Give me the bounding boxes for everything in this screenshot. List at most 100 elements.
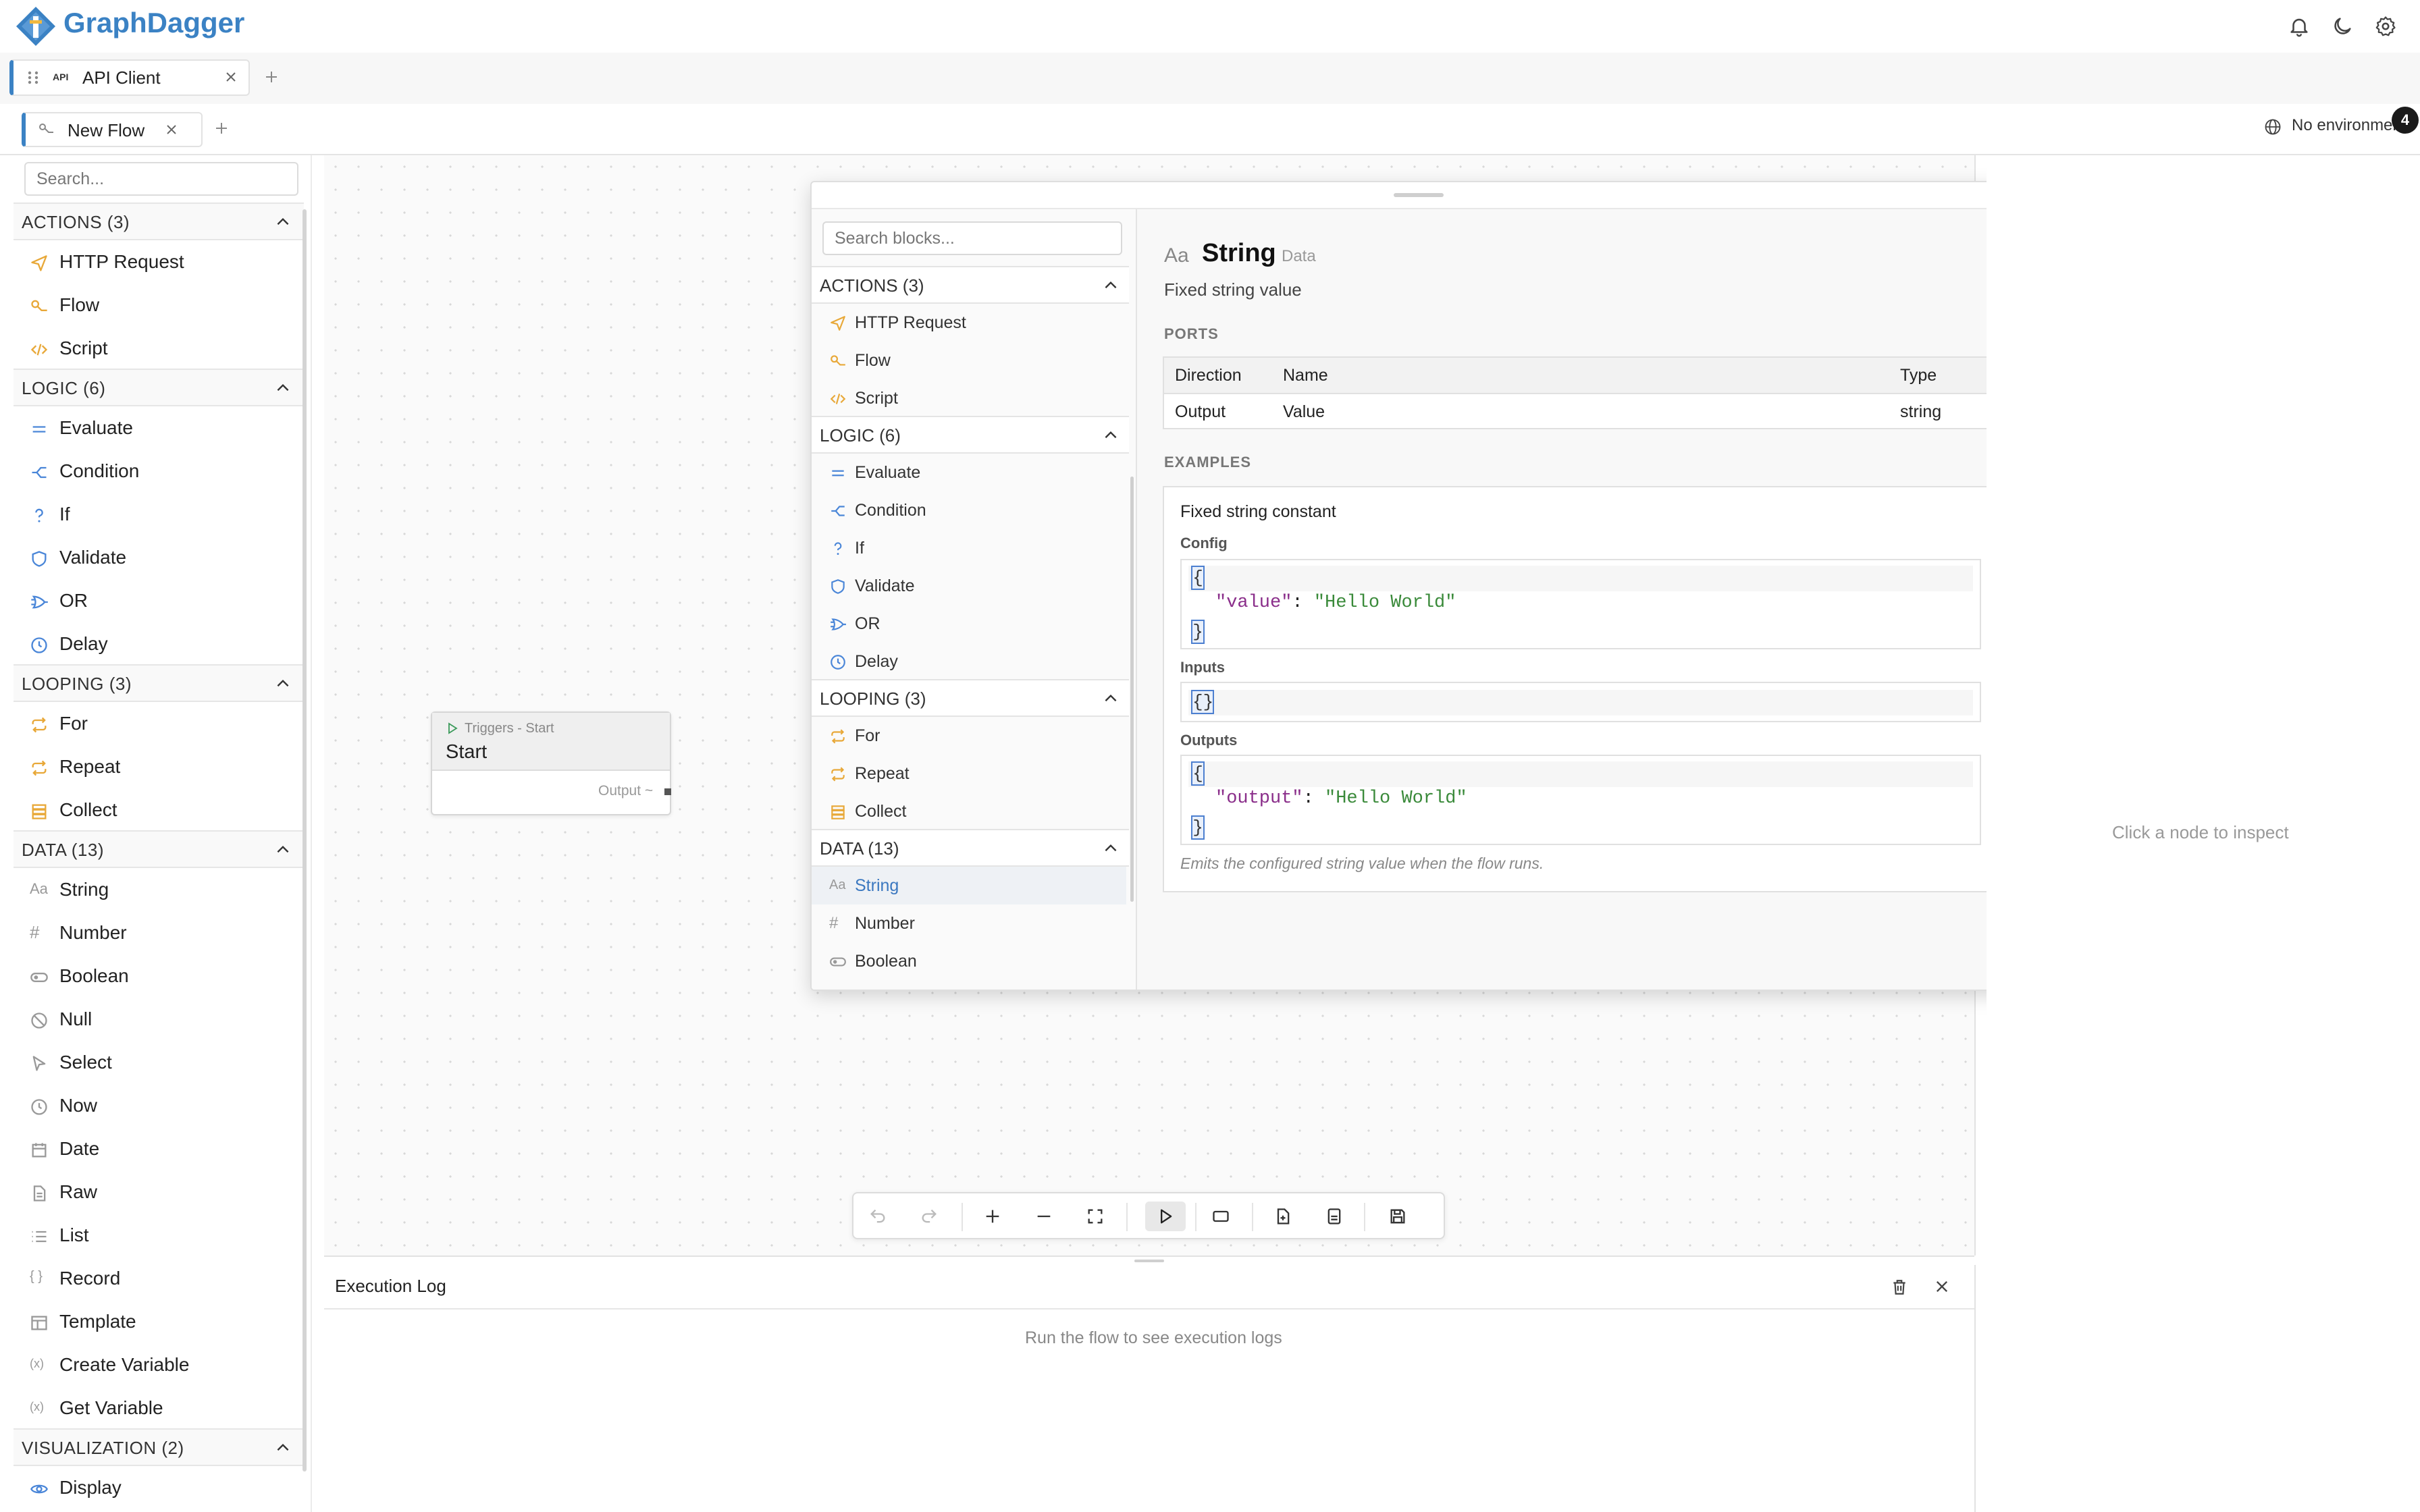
close-icon[interactable] (224, 70, 238, 84)
sidebar-item-raw[interactable]: Raw (14, 1170, 304, 1214)
document-icon (1327, 1208, 1341, 1224)
sidebar-item-date[interactable]: Date (14, 1127, 304, 1170)
drag-handle[interactable] (1134, 1260, 1164, 1262)
sidebar-scrollbar[interactable] (302, 209, 307, 1472)
gear-icon[interactable] (2374, 15, 2397, 38)
sidebar-item-record[interactable]: { } Record (14, 1257, 304, 1300)
sidebar-item-delay[interactable]: Delay (14, 622, 304, 666)
sidebar-item-select[interactable]: Select (14, 1041, 304, 1084)
sidebar-section-actions[interactable]: ACTIONS (3) (14, 202, 304, 240)
chevron-up-icon[interactable] (274, 213, 292, 231)
chevron-up-icon[interactable] (274, 1439, 292, 1457)
sidebar-item-get-variable[interactable]: (x) Get Variable (14, 1386, 304, 1430)
chevron-up-icon[interactable] (1102, 690, 1120, 707)
moon-icon[interactable] (2331, 15, 2354, 38)
run-flow-button[interactable] (1145, 1202, 1186, 1231)
sidebar-section-visualization[interactable]: VISUALIZATION (2) (14, 1428, 304, 1466)
sidebar-item-if[interactable]: If (14, 493, 304, 536)
chevron-up-icon[interactable] (1102, 840, 1120, 857)
sidebar-item-or[interactable]: OR (14, 579, 304, 622)
import-button[interactable] (1268, 1202, 1298, 1231)
sidebar-item-null[interactable]: Null (14, 998, 304, 1041)
palette-item-script[interactable]: Script (812, 379, 1126, 417)
tab-api-client[interactable]: API API Client (9, 59, 250, 96)
trash-icon[interactable] (1891, 1278, 1908, 1296)
zoom-in-button[interactable] (978, 1202, 1007, 1231)
palette-item-or[interactable]: OR (812, 605, 1126, 643)
palette-item-collect[interactable]: Collect (812, 792, 1126, 830)
palette-item-for[interactable]: For (812, 717, 1126, 755)
sidebar-item-script[interactable]: Script (14, 327, 304, 370)
output-port[interactable] (664, 788, 671, 795)
config-code-block[interactable]: { "value": "Hello World" } (1180, 559, 1981, 649)
outputs-label: Outputs (1180, 732, 1238, 749)
sidebar-section-data[interactable]: DATA (13) (14, 830, 304, 868)
sidebar-item-flow[interactable]: Flow (14, 284, 304, 327)
close-icon[interactable] (165, 123, 178, 136)
outputs-code-block[interactable]: { "output": "Hello World" } (1180, 755, 1981, 845)
palette-section-data[interactable]: DATA (13) (812, 829, 1129, 867)
zoom-out-button[interactable] (1029, 1202, 1059, 1231)
palette-item-evaluate[interactable]: Evaluate (812, 454, 1126, 491)
fit-view-button[interactable] (1080, 1202, 1110, 1231)
sidebar-item-boolean[interactable]: Boolean (14, 954, 304, 998)
sidebar-item-number[interactable]: # Number (14, 911, 304, 954)
chevron-up-icon[interactable] (274, 841, 292, 859)
chevron-up-icon[interactable] (1102, 277, 1120, 294)
variable-icon: (x) (30, 1357, 44, 1370)
palette-section-actions[interactable]: ACTIONS (3) (812, 266, 1129, 304)
inspector-empty-text: Click a node to inspect (2112, 822, 2289, 842)
chevron-up-icon[interactable] (274, 379, 292, 397)
sidebar-item-list[interactable]: List (14, 1214, 304, 1257)
sidebar-resize-handle[interactable] (311, 155, 312, 1512)
add-tab-icon[interactable] (213, 120, 230, 136)
sidebar-section-looping[interactable]: LOOPING (3) (14, 664, 304, 702)
palette-item-if[interactable]: If (812, 529, 1126, 567)
palette-item-http-request[interactable]: HTTP Request (812, 304, 1126, 342)
sidebar-item-http-request[interactable]: HTTP Request (14, 240, 304, 284)
close-icon[interactable] (1934, 1278, 1950, 1295)
undo-button[interactable] (863, 1202, 893, 1231)
chevron-up-icon[interactable] (1102, 427, 1120, 444)
redo-button[interactable] (914, 1202, 944, 1231)
save-button[interactable] (1383, 1202, 1413, 1231)
drag-handle[interactable] (1394, 193, 1444, 197)
tab-new-flow[interactable]: New Flow (22, 112, 203, 147)
palette-item-boolean[interactable]: Boolean (812, 942, 1126, 980)
bell-icon[interactable] (2288, 15, 2311, 38)
inputs-code-block[interactable]: {} (1180, 682, 1981, 722)
sidebar-item-repeat[interactable]: Repeat (14, 745, 304, 788)
palette-item-string[interactable]: Aa String (812, 867, 1126, 905)
drag-handle-icon[interactable] (27, 70, 41, 85)
sidebar-item-template[interactable]: Template (14, 1300, 304, 1343)
export-button[interactable] (1319, 1202, 1349, 1231)
chevron-up-icon[interactable] (274, 675, 292, 693)
sidebar-item-now[interactable]: Now (14, 1084, 304, 1127)
sidebar-item-condition[interactable]: Condition (14, 450, 304, 493)
palette-list-scrollbar[interactable] (1130, 477, 1134, 902)
sidebar-item-for[interactable]: For (14, 702, 304, 745)
sidebar-item-validate[interactable]: Validate (14, 536, 304, 579)
palette-item-delay[interactable]: Delay (812, 643, 1126, 680)
sidebar-item-display[interactable]: Display (14, 1466, 304, 1509)
sidebar-item-evaluate[interactable]: Evaluate (14, 406, 304, 450)
stop-button[interactable] (1206, 1202, 1236, 1231)
palette-item-number[interactable]: # Number (812, 905, 1126, 942)
palette-item-validate[interactable]: Validate (812, 567, 1126, 605)
sidebar-item-collect[interactable]: Collect (14, 788, 304, 832)
palette-section-looping[interactable]: LOOPING (3) (812, 679, 1129, 717)
sidebar-search-input[interactable]: Search... (24, 162, 298, 196)
braces-icon: { } (30, 1269, 43, 1284)
palette-search-input[interactable]: Search blocks... (822, 221, 1122, 255)
redo-icon (922, 1209, 937, 1223)
palette-item-flow[interactable]: Flow (812, 342, 1126, 379)
palette-item-repeat[interactable]: Repeat (812, 755, 1126, 792)
sidebar-item-string[interactable]: Aa String (14, 868, 304, 911)
add-tab-icon[interactable] (263, 69, 280, 85)
sidebar-item-create-variable[interactable]: (x) Create Variable (14, 1343, 304, 1386)
sidebar-section-logic[interactable]: LOGIC (6) (14, 369, 304, 406)
palette-item-condition[interactable]: Condition (812, 491, 1126, 529)
palette-section-logic[interactable]: LOGIC (6) (812, 416, 1129, 454)
open-brace: { (1191, 566, 1205, 590)
start-node[interactable]: Triggers - Start Start Output ~ (431, 711, 671, 815)
